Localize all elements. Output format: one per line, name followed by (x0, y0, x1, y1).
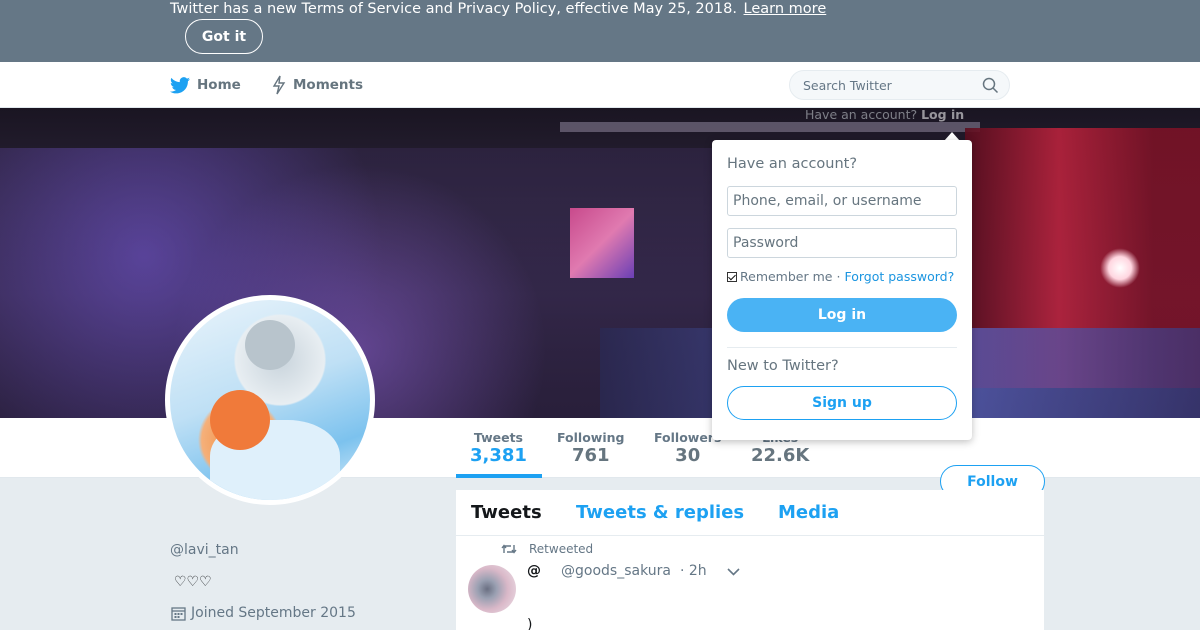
got-it-button[interactable]: Got it (185, 19, 263, 54)
joined-text: Joined September 2015 (191, 605, 356, 621)
remember-label[interactable]: Remember me (740, 269, 832, 284)
password-field[interactable]: Password (727, 228, 957, 258)
stat-value: 3,381 (470, 445, 527, 466)
new-to-twitter-heading: New to Twitter? (727, 358, 839, 374)
hero-light (1100, 248, 1140, 288)
forgot-password-link[interactable]: Forgot password? (844, 269, 954, 284)
stat-following[interactable]: Following 761 (557, 430, 624, 466)
tab-tweets[interactable]: Tweets (471, 502, 542, 523)
stat-value: 30 (675, 445, 701, 466)
active-stat-underline (456, 474, 542, 478)
stat-value: 22.6K (751, 445, 810, 466)
profile-joined: Joined September 2015 (171, 605, 356, 621)
retweet-icon (501, 544, 517, 554)
nav-moments[interactable]: Moments (272, 62, 363, 108)
twitter-bird-icon (170, 76, 190, 93)
stat-label: Following (557, 430, 625, 445)
top-nav: Home Moments Search Twitter (0, 62, 1200, 108)
avatar-figure-head (210, 390, 270, 450)
profile-handle: @lavi_tan (170, 542, 239, 558)
nav-home-label: Home (197, 77, 241, 93)
profile-avatar[interactable] (165, 295, 375, 505)
terms-banner: Twitter has a new Terms of Service and P… (0, 0, 1200, 62)
banner-message: Twitter has a new Terms of Service and P… (170, 1, 737, 17)
tweet-display-name[interactable]: @ (527, 563, 541, 579)
stat-tweets[interactable]: Tweets 3,381 (470, 430, 527, 466)
tweet-text: ) (527, 617, 533, 630)
login-button[interactable]: Log in (727, 298, 957, 332)
remember-row: Remember me · Forgot password? (727, 269, 954, 284)
profile-bio: ♡♡♡ (174, 574, 212, 590)
nav-moments-label: Moments (293, 77, 364, 93)
banner-text: Twitter has a new Terms of Service and P… (170, 1, 826, 17)
tweet-handle[interactable]: @goods_sakura (561, 563, 671, 579)
chevron-down-icon[interactable] (727, 568, 740, 576)
retweeted-context: Retweeted (501, 542, 593, 556)
hero-truss (560, 122, 980, 132)
signup-button[interactable]: Sign up (727, 386, 957, 420)
username-field[interactable]: Phone, email, or username (727, 186, 957, 216)
stat-value: 761 (571, 445, 610, 466)
login-hint[interactable]: Have an account? Log in (805, 107, 964, 122)
separator-dot: · (836, 269, 841, 284)
lightning-icon (272, 75, 286, 95)
learn-more-link[interactable]: Learn more (744, 1, 827, 17)
login-dropdown: Have an account? Phone, email, or userna… (712, 140, 972, 440)
timeline: Tweets Tweets & replies Media Retweeted … (456, 490, 1044, 630)
login-hint-prefix: Have an account? (805, 107, 918, 122)
retweeted-label: Retweeted (529, 542, 594, 556)
login-heading: Have an account? (727, 156, 858, 172)
tweet-timestamp[interactable]: · 2h (680, 563, 707, 579)
nav-home[interactable]: Home (170, 62, 241, 108)
calendar-icon (171, 606, 186, 621)
timeline-tabs: Tweets Tweets & replies Media (456, 490, 1044, 536)
login-hint-link[interactable]: Log in (921, 107, 964, 122)
avatar-figure-head (245, 320, 295, 370)
tab-media[interactable]: Media (778, 502, 839, 523)
search-placeholder: Search Twitter (803, 78, 892, 93)
remember-checkbox[interactable] (727, 271, 737, 282)
tweet-avatar[interactable] (468, 565, 516, 613)
stat-label: Tweets (473, 430, 523, 445)
hero-screen (570, 208, 634, 278)
divider (727, 347, 957, 348)
search-input[interactable]: Search Twitter (789, 70, 1010, 100)
tab-tweets-replies[interactable]: Tweets & replies (576, 502, 744, 523)
search-icon[interactable] (982, 77, 999, 94)
